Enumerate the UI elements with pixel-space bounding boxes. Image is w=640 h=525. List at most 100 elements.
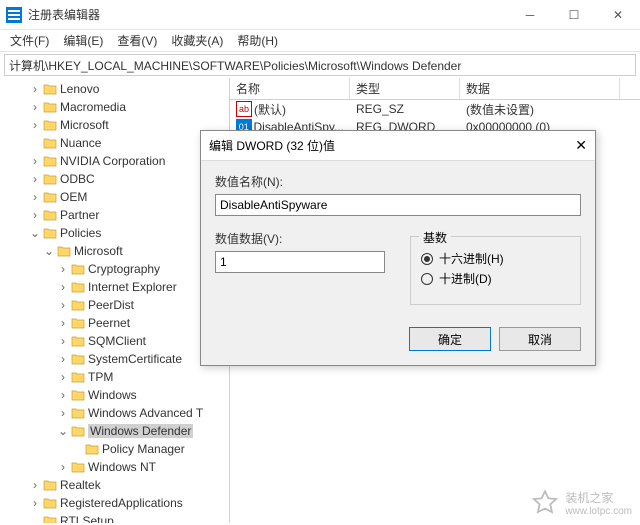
tree-item[interactable]: ›ODBC: [0, 170, 229, 188]
tree-item[interactable]: Nuance: [0, 134, 229, 152]
tree-twisty-icon[interactable]: ›: [56, 316, 70, 330]
radio-dec[interactable]: 十进制(D): [421, 270, 570, 287]
dialog-close-icon[interactable]: ✕: [575, 137, 587, 154]
folder-icon: [70, 424, 86, 438]
watermark-text: 装机之家: [565, 489, 632, 506]
col-data[interactable]: 数据: [460, 78, 620, 99]
app-icon: [6, 7, 22, 23]
tree-item[interactable]: ⌄Policies: [0, 224, 229, 242]
menu-help[interactable]: 帮助(H): [233, 30, 282, 51]
tree-item[interactable]: › OEM: [0, 188, 229, 206]
tree-twisty-icon[interactable]: ›: [28, 190, 42, 204]
address-bar[interactable]: 计算机\HKEY_LOCAL_MACHINE\SOFTWARE\Policies…: [4, 54, 636, 76]
watermark-url: www.lotpc.com: [565, 506, 632, 517]
tree-item[interactable]: ⌄Microsoft: [0, 242, 229, 260]
tree-item[interactable]: ›RegisteredApplications: [0, 494, 229, 512]
tree-item[interactable]: ›SQMClient: [0, 332, 229, 350]
tree-twisty-icon[interactable]: ›: [56, 334, 70, 348]
cancel-button[interactable]: 取消: [499, 327, 581, 351]
tree-twisty-icon[interactable]: ›: [28, 172, 42, 186]
radio-hex[interactable]: 十六进制(H): [421, 250, 570, 267]
folder-icon: [42, 208, 58, 222]
col-name[interactable]: 名称: [230, 78, 350, 99]
menu-view[interactable]: 查看(V): [113, 30, 161, 51]
tree-twisty-icon[interactable]: ›: [56, 280, 70, 294]
folder-icon: [70, 388, 86, 402]
list-header: 名称 类型 数据: [230, 78, 640, 100]
tree-twisty-icon[interactable]: ›: [28, 478, 42, 492]
tree-item[interactable]: ›Windows NT: [0, 458, 229, 476]
tree-twisty-icon[interactable]: ›: [28, 496, 42, 510]
tree-item-label: OEM: [60, 190, 87, 204]
menu-edit[interactable]: 编辑(E): [59, 30, 107, 51]
folder-icon: [42, 190, 58, 204]
folder-icon: [42, 154, 58, 168]
tree-item[interactable]: ›Microsoft: [0, 116, 229, 134]
base-legend: 基数: [419, 229, 451, 246]
folder-icon: [42, 478, 58, 492]
star-icon: [531, 489, 559, 517]
tree-item[interactable]: › Windows: [0, 386, 229, 404]
tree-item[interactable]: ⌄Windows Defender: [0, 422, 229, 440]
tree-item-label: SystemCertificate: [88, 352, 182, 366]
value-data-input[interactable]: [215, 251, 385, 273]
tree-item-label: NVIDIA Corporation: [60, 154, 165, 168]
menu-file[interactable]: 文件(F): [6, 30, 53, 51]
folder-icon: [42, 514, 58, 523]
tree-twisty-icon[interactable]: ›: [56, 352, 70, 366]
tree-item-label: Windows Advanced T: [88, 406, 203, 420]
tree-twisty-icon[interactable]: ›: [56, 298, 70, 312]
tree-item[interactable]: ›Realtek: [0, 476, 229, 494]
menu-favorites[interactable]: 收藏夹(A): [167, 30, 227, 51]
tree-twisty-icon[interactable]: ›: [56, 370, 70, 384]
tree-item[interactable]: ›TPM: [0, 368, 229, 386]
watermark: 装机之家 www.lotpc.com: [531, 489, 632, 517]
tree-item[interactable]: ›Internet Explorer: [0, 278, 229, 296]
tree-twisty-icon[interactable]: ⌄: [56, 424, 70, 438]
tree-twisty-icon[interactable]: ›: [28, 154, 42, 168]
value-name: (默认): [254, 101, 286, 118]
folder-icon: [70, 460, 86, 474]
tree-item[interactable]: ›Partner: [0, 206, 229, 224]
tree-twisty-icon[interactable]: ›: [28, 208, 42, 222]
tree-twisty-icon[interactable]: ›: [28, 100, 42, 114]
tree-item[interactable]: › NVIDIA Corporation: [0, 152, 229, 170]
list-row[interactable]: ab(默认)REG_SZ(数值未设置): [230, 100, 640, 118]
tree-item[interactable]: › Windows Advanced T: [0, 404, 229, 422]
maximize-button[interactable]: ☐: [552, 0, 596, 30]
value-name-label: 数值名称(N):: [215, 173, 581, 190]
tree-twisty-icon[interactable]: ›: [56, 460, 70, 474]
tree-item[interactable]: › SystemCertificate: [0, 350, 229, 368]
tree-twisty-icon[interactable]: ›: [28, 82, 42, 96]
tree-item[interactable]: ›Cryptography: [0, 260, 229, 278]
col-type[interactable]: 类型: [350, 78, 460, 99]
tree-twisty-icon[interactable]: ›: [56, 388, 70, 402]
tree-twisty-icon[interactable]: ›: [56, 262, 70, 276]
tree-pane[interactable]: ›Lenovo›Macromedia›MicrosoftNuance›NVIDI…: [0, 78, 230, 523]
tree-item[interactable]: ›Lenovo: [0, 80, 229, 98]
tree-item-label: Macromedia: [60, 100, 126, 114]
minimize-button[interactable]: ─: [508, 0, 552, 30]
tree-item[interactable]: › Macromedia: [0, 98, 229, 116]
dialog-titlebar: 编辑 DWORD (32 位)值 ✕: [201, 131, 595, 161]
dialog-title: 编辑 DWORD (32 位)值: [209, 137, 335, 154]
close-button[interactable]: ✕: [596, 0, 640, 30]
folder-icon: [70, 352, 86, 366]
folder-icon: [42, 82, 58, 96]
tree-item-label: Windows: [88, 388, 137, 402]
tree-twisty-icon[interactable]: ›: [28, 118, 42, 132]
tree-twisty-icon[interactable]: ⌄: [28, 226, 42, 240]
tree-twisty-icon[interactable]: ›: [56, 406, 70, 420]
tree-item-label: RTLSetup: [60, 514, 114, 523]
tree-twisty-icon[interactable]: ⌄: [42, 244, 56, 258]
folder-icon: [70, 262, 86, 276]
folder-icon: [70, 406, 86, 420]
window-title: 注册表编辑器: [28, 6, 100, 23]
tree-item[interactable]: Policy Manager: [0, 440, 229, 458]
tree-item[interactable]: ›PeerDist: [0, 296, 229, 314]
value-name-input[interactable]: [215, 194, 581, 216]
tree-item[interactable]: ›Peernet: [0, 314, 229, 332]
ok-button[interactable]: 确定: [409, 327, 491, 351]
tree-item[interactable]: RTLSetup: [0, 512, 229, 523]
folder-icon: [70, 316, 86, 330]
